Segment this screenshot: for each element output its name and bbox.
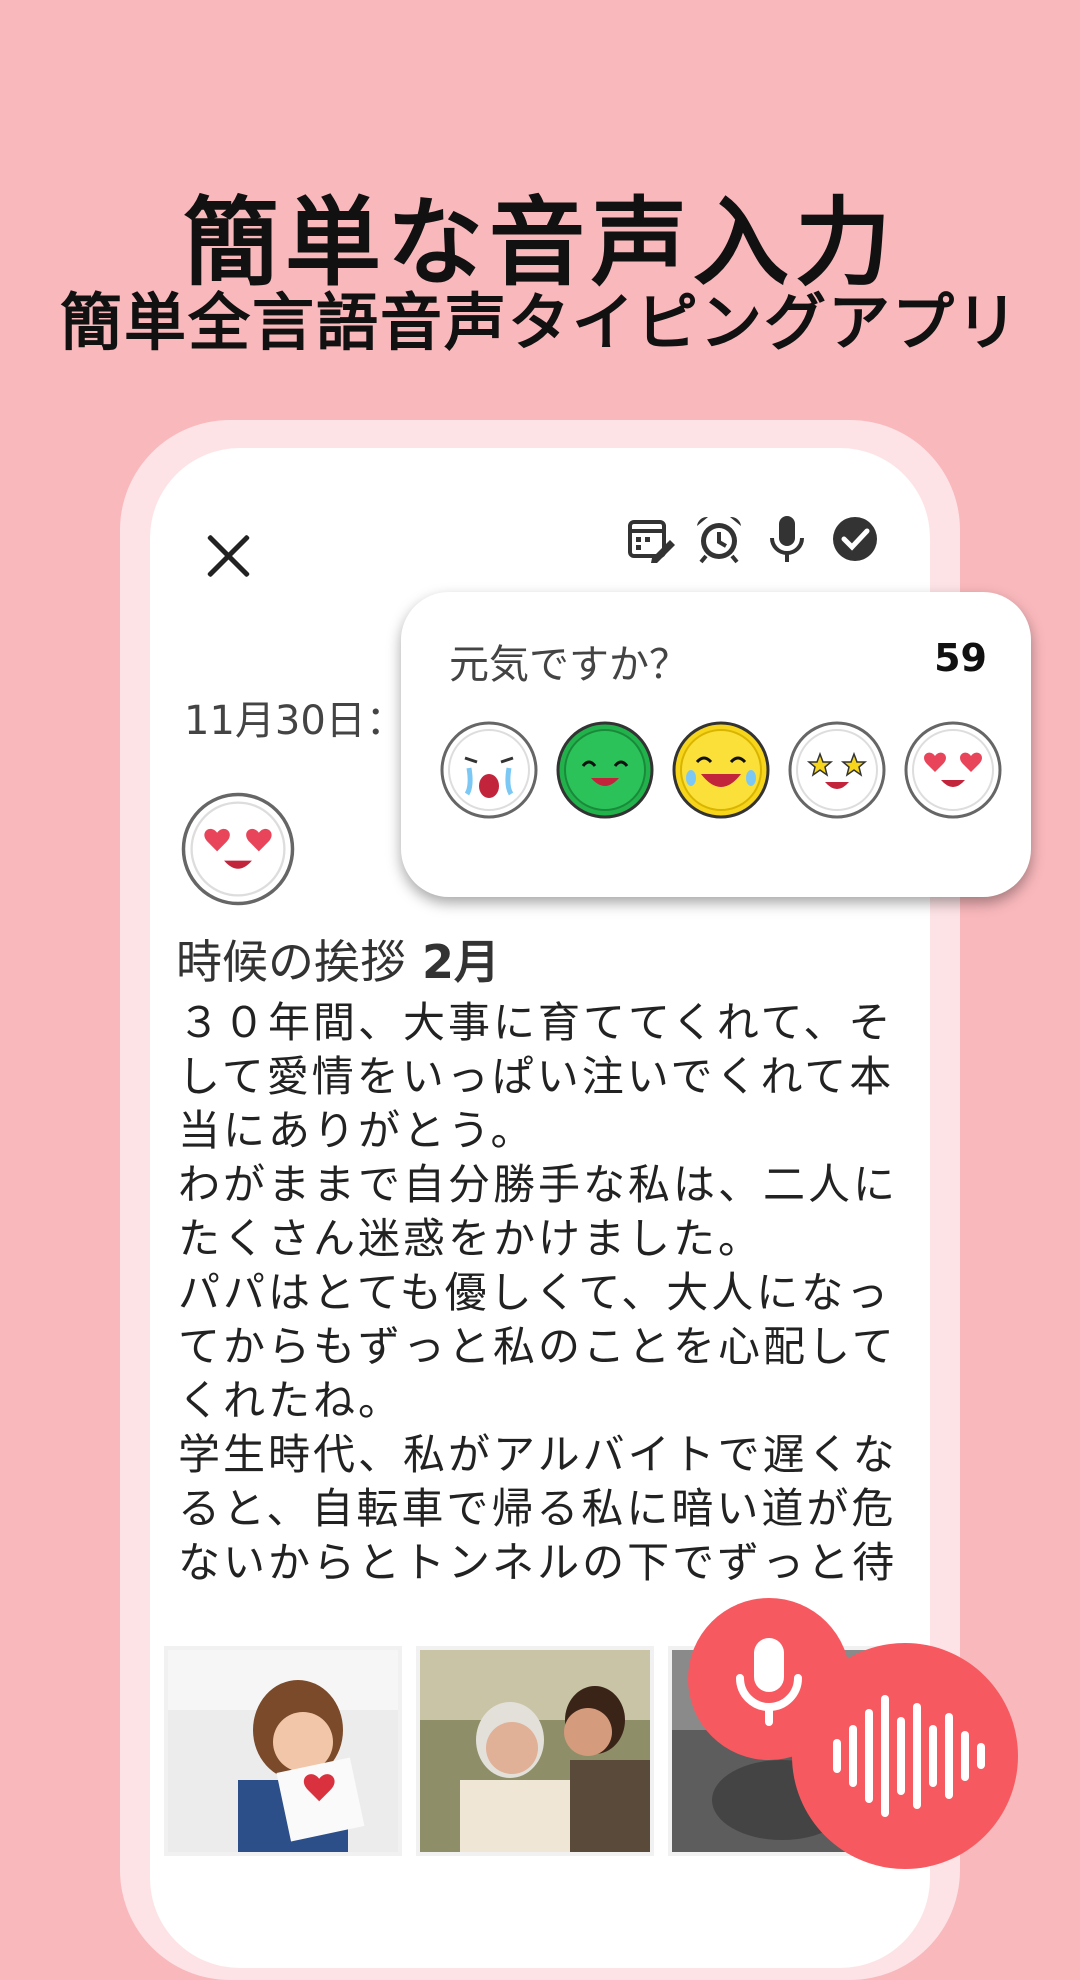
photo-child-heart-card[interactable] <box>164 1646 402 1856</box>
entry-date: 11月30日： <box>184 698 406 744</box>
photo-mother-daughter[interactable] <box>416 1646 654 1856</box>
close-icon[interactable] <box>200 528 256 584</box>
laughing-yellow-face-icon[interactable] <box>671 720 771 820</box>
mood-question: 元気ですか？ <box>449 642 689 688</box>
subline: 簡単全言語音声タイピングアプリ <box>59 286 1020 359</box>
heart-eyes-face-icon[interactable] <box>903 720 1003 820</box>
mood-options <box>439 720 1003 820</box>
entry-body[interactable]: ３０年間、大事に育ててくれて、そして愛情をいっぱい注いでくれて本当にありがとう。… <box>178 996 918 1590</box>
alarm-clock-icon[interactable] <box>694 514 744 564</box>
happy-green-face-icon[interactable] <box>555 720 655 820</box>
entry-title-month: 2月 <box>422 935 501 989</box>
check-circle-icon[interactable] <box>830 514 880 564</box>
voice-waveform-button[interactable] <box>792 1643 1018 1869</box>
entry-title: 時候の挨拶 2月 <box>176 926 500 992</box>
mood-popup: 元気ですか？ 59 <box>401 592 1031 897</box>
star-eyes-face-icon[interactable] <box>787 720 887 820</box>
crying-face-icon[interactable] <box>439 720 539 820</box>
heart-eyes-face-icon[interactable] <box>180 791 296 907</box>
waveform-icon <box>833 1695 985 1817</box>
mood-count: 59 <box>934 636 987 680</box>
calendar-edit-icon[interactable] <box>626 514 676 564</box>
entry-title-text: 時候の挨拶 <box>176 935 406 989</box>
microphone-icon[interactable] <box>762 514 812 564</box>
toolbar <box>626 514 880 564</box>
